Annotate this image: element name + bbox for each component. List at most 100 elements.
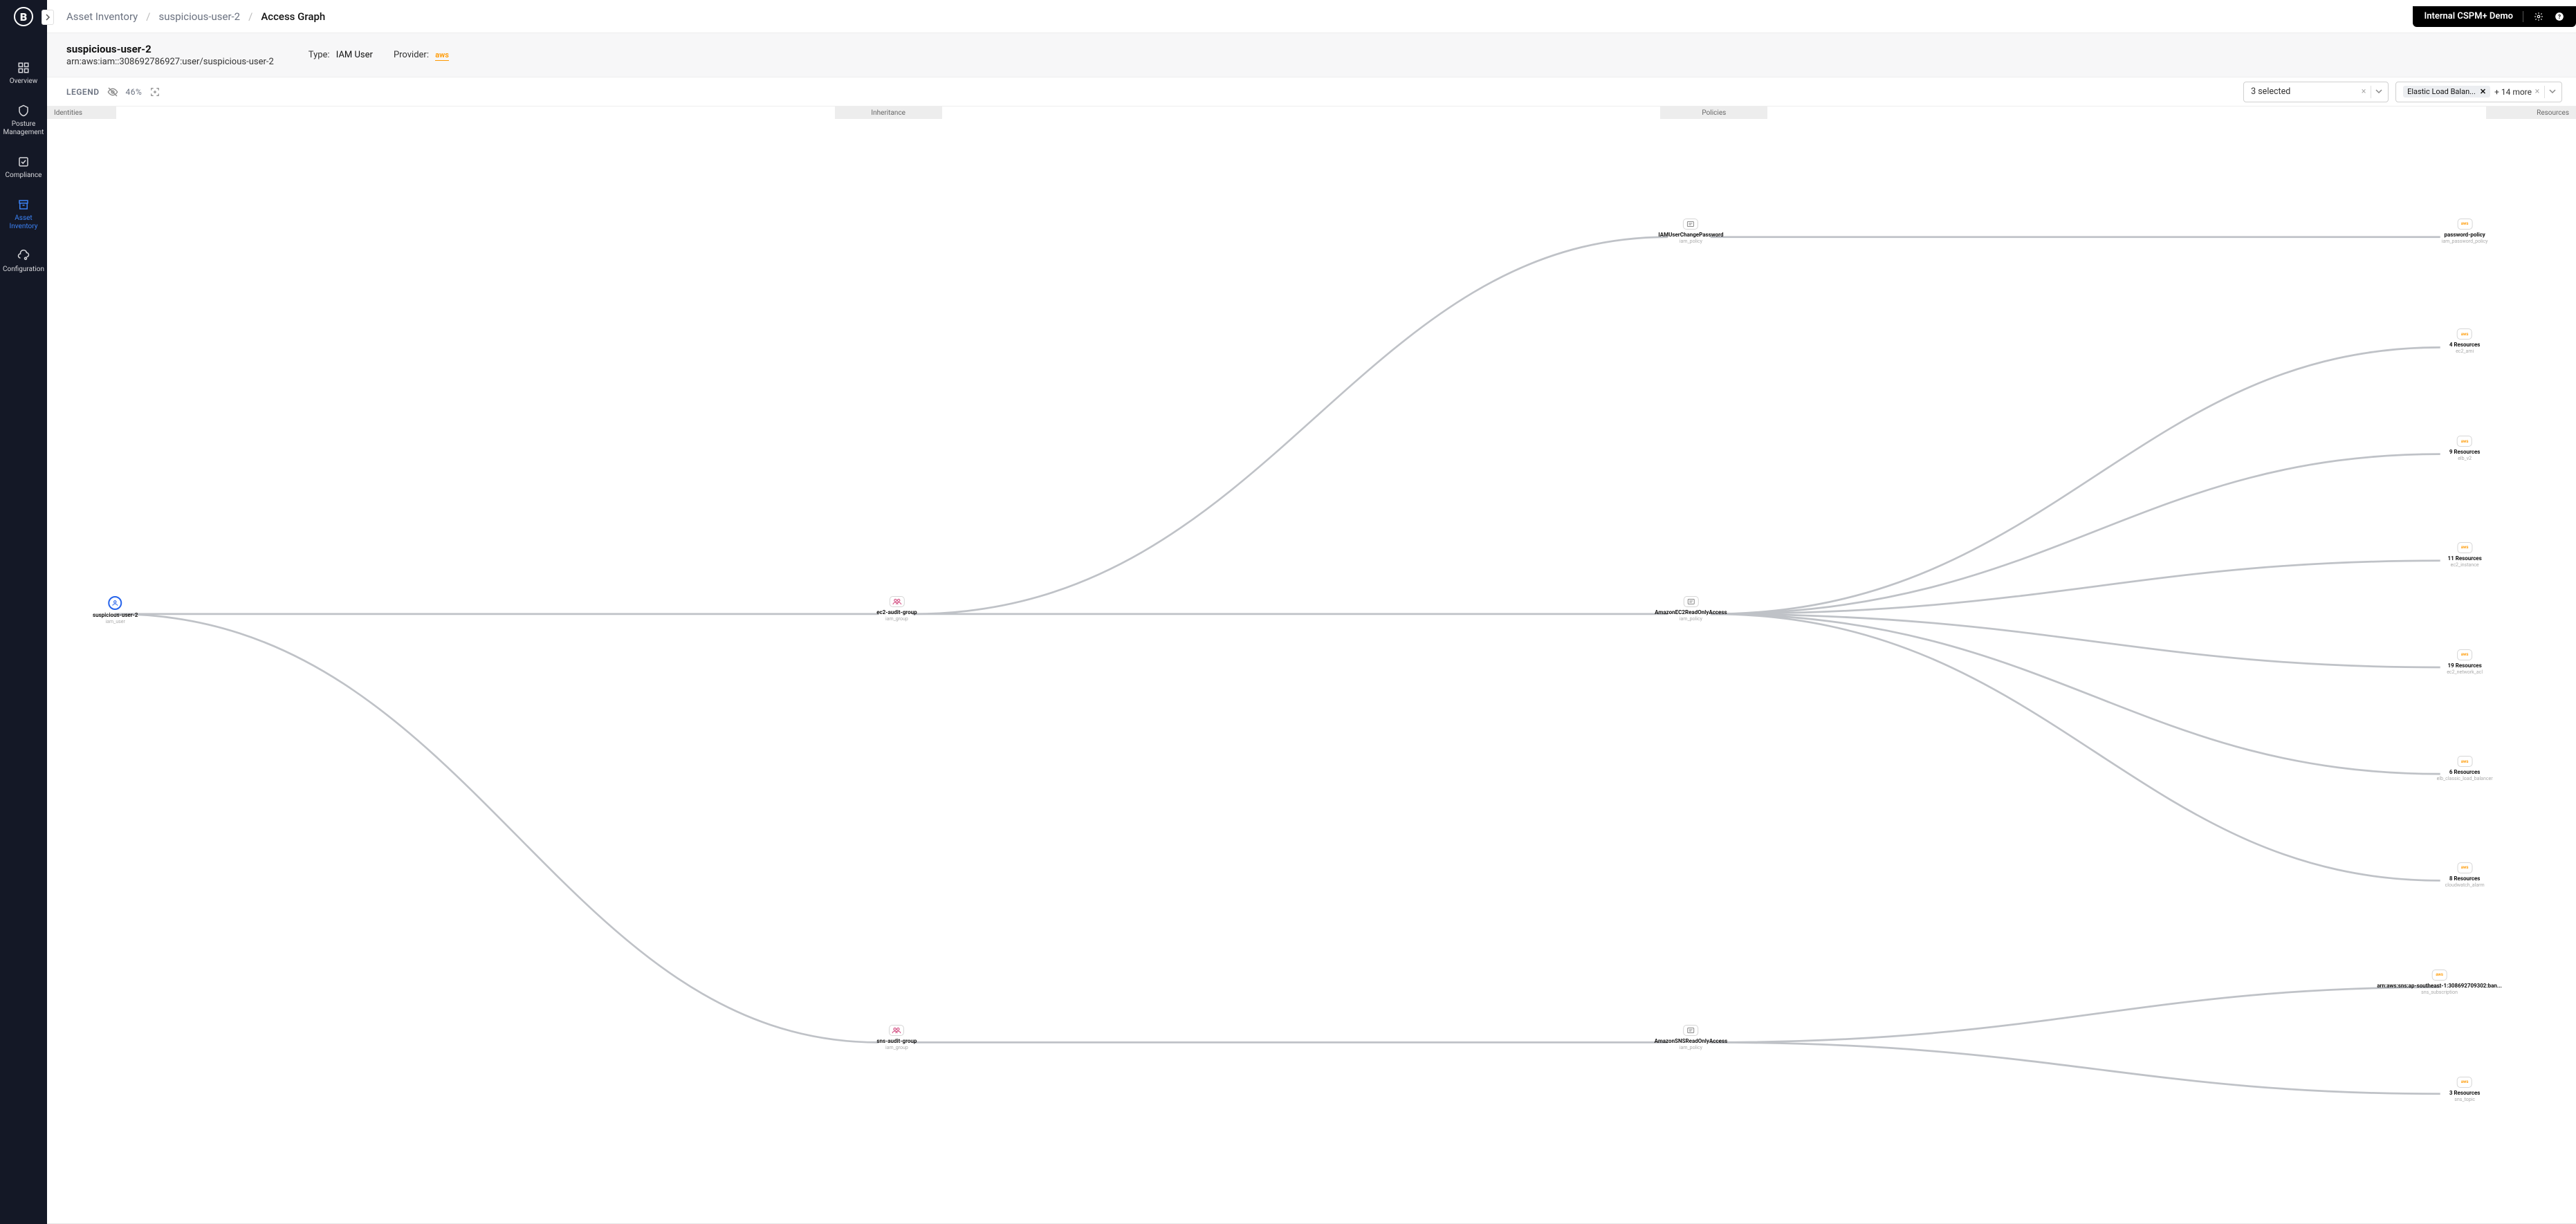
help-button[interactable]: ? xyxy=(2554,11,2565,22)
resource-header: suspicious-user-2 arn:aws:iam::308692786… xyxy=(47,33,2576,77)
settings-button[interactable] xyxy=(2533,11,2544,22)
nav-compliance[interactable]: Compliance xyxy=(0,155,47,180)
sidebar-expand-toggle[interactable] xyxy=(42,10,54,25)
node-resource[interactable]: aws 3 Resources sns_topic xyxy=(2449,1077,2481,1102)
resource-arn: arn:aws:iam::308692786927:user/suspiciou… xyxy=(66,57,274,67)
group-icon xyxy=(889,1025,904,1036)
aws-icon: aws xyxy=(2457,436,2472,447)
resource-meta: Type: IAM User Provider: aws xyxy=(309,50,449,60)
node-policy-ec2-ro[interactable]: AmazonEC2ReadOnlyAccess iam_policy xyxy=(1655,596,1727,622)
filter-select-1[interactable]: 3 selected × xyxy=(2243,82,2389,102)
type-value: IAM User xyxy=(336,50,373,60)
node-policy-sns-ro[interactable]: AmazonSNSReadOnlyAccess iam_policy xyxy=(1655,1025,1728,1050)
node-title: AmazonEC2ReadOnlyAccess xyxy=(1655,609,1727,615)
breadcrumb-sep: / xyxy=(248,10,252,23)
node-resource[interactable]: aws 9 Resources elb_v2 xyxy=(2449,436,2481,461)
node-sub: sns_topic xyxy=(2449,1097,2481,1102)
chip-remove[interactable]: ✕ xyxy=(2480,87,2486,96)
policy-icon xyxy=(1683,219,1698,230)
node-resource[interactable]: aws 4 Resources ec2_ami xyxy=(2449,328,2481,354)
user-icon xyxy=(109,596,122,610)
graph-column-headers: Identities Inheritance Policies Resource… xyxy=(47,106,2576,119)
more-count: + 14 more xyxy=(2494,87,2532,97)
nav: Overview Posture Management Compliance A… xyxy=(0,61,47,274)
toolbar-left: LEGEND 46% xyxy=(66,86,161,98)
breadcrumb-item[interactable]: Asset Inventory xyxy=(66,10,138,23)
archive-icon xyxy=(17,198,30,212)
policy-icon xyxy=(1683,1025,1698,1036)
aws-icon: aws xyxy=(2457,219,2472,230)
resource-name: suspicious-user-2 xyxy=(66,43,274,55)
legend-visibility-toggle[interactable] xyxy=(107,86,119,98)
node-sub: iam_password_policy xyxy=(2442,239,2488,244)
grid-icon xyxy=(17,61,30,75)
fit-screen-button[interactable] xyxy=(149,86,161,98)
resource-title: suspicious-user-2 arn:aws:iam::308692786… xyxy=(66,43,274,67)
aws-icon: aws xyxy=(2432,970,2447,981)
breadcrumb-item[interactable]: suspicious-user-2 xyxy=(158,10,240,23)
node-title: 11 Resources xyxy=(2448,555,2482,562)
node-title: password-policy xyxy=(2442,232,2488,238)
nav-asset-inventory[interactable]: Asset Inventory xyxy=(0,198,47,231)
col-inheritance: Inheritance xyxy=(835,106,942,119)
node-resource[interactable]: aws 8 Resources cloudwatch_alarm xyxy=(2445,862,2485,888)
gear-icon xyxy=(2534,12,2543,21)
zoom-percent: 46% xyxy=(126,87,142,97)
logo-letter: B xyxy=(14,7,33,26)
node-title: arn:aws:sns:ap-southeast-1:308692709302:… xyxy=(2377,983,2502,989)
node-title: AmazonSNSReadOnlyAccess xyxy=(1655,1038,1728,1044)
node-sub: iam_group xyxy=(876,616,917,622)
aws-icon: aws xyxy=(2457,649,2472,660)
nav-configuration[interactable]: Configuration xyxy=(0,249,47,274)
node-title: 3 Resources xyxy=(2449,1090,2481,1096)
col-resources: Resources xyxy=(2486,106,2576,119)
node-resource[interactable]: aws 6 Resources elb_classic_load_balance… xyxy=(2437,756,2493,781)
resource-provider: Provider: aws xyxy=(394,50,449,60)
node-sub: iam_policy xyxy=(1655,1045,1728,1050)
nav-posture[interactable]: Posture Management xyxy=(0,104,47,137)
node-title: suspicious-user-2 xyxy=(93,612,138,618)
node-sub: iam_group xyxy=(876,1045,917,1050)
aws-icon: aws xyxy=(2457,1077,2472,1088)
aws-icon: aws xyxy=(2457,328,2472,340)
provider-label: Provider: xyxy=(394,50,429,60)
node-sub: cloudwatch_alarm xyxy=(2445,882,2485,888)
aws-icon: aws xyxy=(2457,862,2472,873)
node-title: 8 Resources xyxy=(2445,875,2485,882)
legend-label: LEGEND xyxy=(66,87,100,97)
aws-icon: aws xyxy=(2457,756,2472,767)
demo-label: Internal CSPM+ Demo xyxy=(2424,11,2513,21)
node-policy-iam-change-pw[interactable]: IAMUserChangePassword iam_policy xyxy=(1658,219,1723,244)
nav-label: Configuration xyxy=(3,266,44,274)
logo[interactable]: B xyxy=(0,0,47,33)
node-title: 9 Resources xyxy=(2449,449,2481,455)
clear-icon[interactable]: × xyxy=(2358,86,2369,97)
main: Asset Inventory / suspicious-user-2 / Ac… xyxy=(47,0,2576,1224)
node-sub: ec2_ami xyxy=(2449,349,2481,354)
node-resource[interactable]: aws arn:aws:sns:ap-southeast-1:308692709… xyxy=(2377,970,2502,995)
node-group-ec2[interactable]: ec2-audit-group iam_group xyxy=(876,596,917,622)
type-label: Type: xyxy=(309,50,330,60)
demo-badge: Internal CSPM+ Demo ? xyxy=(2413,6,2576,27)
node-sub: iam_policy xyxy=(1658,239,1723,244)
node-sub: elb_v2 xyxy=(2449,456,2481,461)
clear-icon[interactable]: × xyxy=(2532,86,2543,97)
graph-svg xyxy=(47,119,2576,1223)
node-resource[interactable]: aws 19 Resources ec2_network_acl xyxy=(2447,649,2483,675)
policy-icon xyxy=(1683,596,1698,607)
resource-type: Type: IAM User xyxy=(309,50,373,60)
chevron-down-icon xyxy=(2373,86,2385,97)
svg-text:?: ? xyxy=(2558,12,2561,19)
filter-select-2[interactable]: Elastic Load Balan... ✕ + 14 more × xyxy=(2395,82,2562,102)
node-title: sns-audit-group xyxy=(876,1038,917,1044)
node-resource[interactable]: aws password-policy iam_password_policy xyxy=(2442,219,2488,244)
nav-overview[interactable]: Overview xyxy=(0,61,47,86)
node-identity[interactable]: suspicious-user-2 iam_user xyxy=(93,596,138,624)
node-resource[interactable]: aws 11 Resources ec2_instance xyxy=(2448,542,2482,568)
nav-label: Overview xyxy=(10,77,38,86)
node-group-sns[interactable]: sns-audit-group iam_group xyxy=(876,1025,917,1050)
topbar: Asset Inventory / suspicious-user-2 / Ac… xyxy=(47,0,2576,33)
nav-label: Compliance xyxy=(6,171,42,180)
access-graph-canvas[interactable]: suspicious-user-2 iam_user ec2-audit-gro… xyxy=(47,119,2576,1223)
breadcrumb-item-current: Access Graph xyxy=(261,10,325,23)
